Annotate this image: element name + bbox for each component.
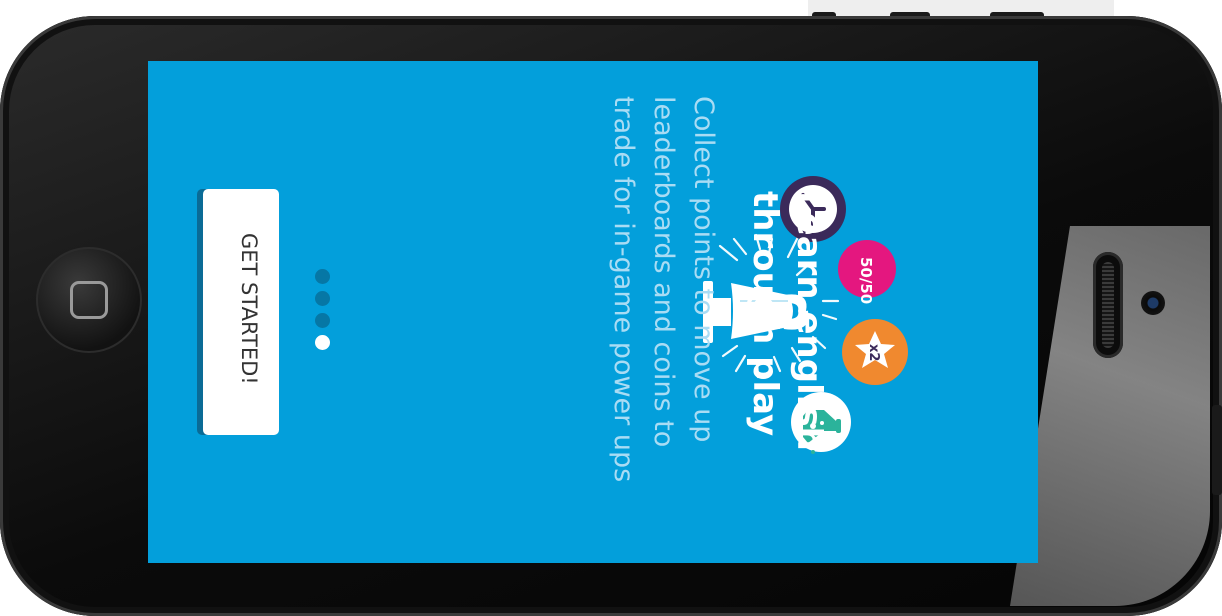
description-line: trade for in-game power ups	[608, 96, 639, 483]
svg-text:50/50: 50/50	[857, 257, 875, 304]
headline: Learn english through play	[743, 191, 831, 451]
trophy-illustration: 50/50 x2	[703, 176, 908, 454]
page-dot-active[interactable]	[315, 335, 330, 350]
headline-line: Learn english	[789, 191, 829, 451]
page-dot[interactable]	[315, 291, 330, 306]
page-indicator	[311, 265, 333, 355]
earpiece-speaker	[1093, 252, 1123, 358]
mute-switch	[1212, 405, 1222, 495]
double-points-icon: x2	[842, 319, 908, 385]
page-dot[interactable]	[315, 269, 330, 284]
get-started-button[interactable]: GET STARTED!	[203, 189, 279, 435]
home-square-icon	[70, 281, 108, 319]
fifty-fifty-icon: 50/50	[838, 240, 896, 304]
svg-text:x2: x2	[866, 344, 881, 361]
get-started-label: GET STARTED!	[237, 233, 261, 385]
description-line: Collect points to move up	[688, 96, 719, 443]
home-button[interactable]	[36, 247, 142, 353]
description-text: Collect points to move up leaderboards a…	[603, 96, 723, 482]
app-screen: 50/50 x2 Learn english through play Coll…	[148, 61, 1038, 563]
description-line: leaderboards and coins to	[648, 96, 679, 448]
front-camera	[1141, 291, 1165, 315]
headline-line: through play	[745, 191, 785, 437]
page-dot[interactable]	[315, 313, 330, 328]
